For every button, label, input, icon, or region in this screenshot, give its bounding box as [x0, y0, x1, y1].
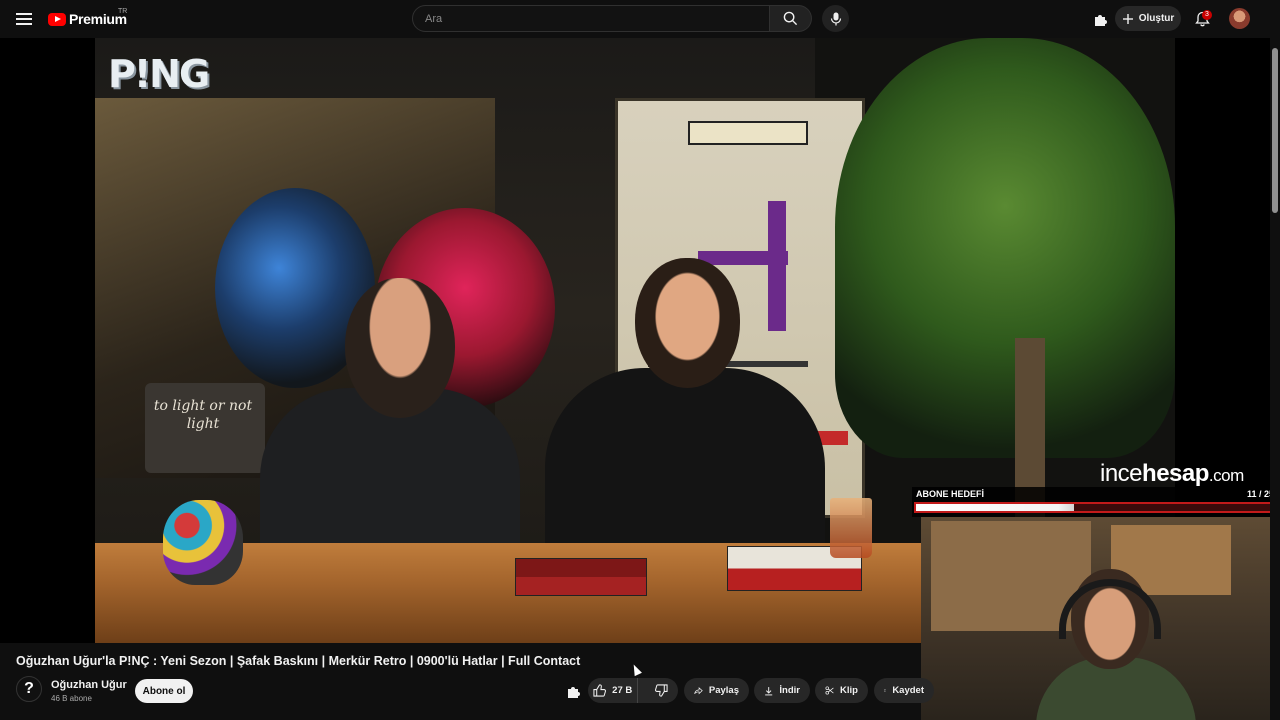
scrollbar-thumb[interactable] [1272, 48, 1278, 213]
sponsor-brand-prefix: ince [1100, 460, 1143, 487]
clip-button[interactable]: Klip [815, 678, 868, 703]
goal-progress-fill [916, 504, 1075, 511]
youtube-premium-logo[interactable]: Premium [48, 11, 127, 27]
scissors-icon [825, 686, 834, 695]
search-button[interactable] [770, 5, 812, 32]
download-label: İndir [779, 685, 800, 696]
extension-icon[interactable] [1091, 9, 1111, 29]
scene-skull [163, 500, 243, 585]
download-button[interactable]: İndir [754, 678, 810, 703]
bookmark-icon [884, 689, 887, 692]
sponsor-brand-tld: .com [1208, 466, 1244, 485]
thumbs-up-icon [593, 684, 607, 697]
save-label: Kaydet [892, 685, 924, 696]
puzzle-icon [1095, 15, 1107, 26]
region-code: TR [118, 8, 128, 15]
goal-label: ABONE HEDEFİ [916, 489, 985, 499]
search-icon [783, 11, 798, 26]
notification-badge: 3 [1202, 10, 1212, 20]
sponsor-brand-bold: hesap [1142, 460, 1209, 487]
puzzle-icon [568, 687, 580, 698]
host-right-head [635, 258, 740, 388]
like-count: 27 B [612, 685, 633, 696]
download-icon [765, 686, 773, 695]
host-left-head [345, 278, 455, 418]
subscribe-button[interactable]: Abone ol [135, 679, 193, 703]
extension-action-icon[interactable] [564, 681, 584, 701]
scene-sign-text: to light or not light [153, 398, 253, 432]
channel-name[interactable]: Oğuzhan Uğur [51, 679, 127, 691]
share-button[interactable]: Paylaş [684, 678, 749, 703]
streamer-webcam [921, 517, 1280, 720]
youtube-logo-icon [48, 12, 66, 26]
thumbs-down-icon [654, 684, 668, 697]
channel-avatar[interactable]: ? [16, 676, 42, 702]
top-bar: Premium TR Oluştur [0, 0, 1280, 38]
share-icon [694, 686, 703, 694]
dislike-button[interactable] [644, 678, 678, 703]
video-title: Oğuzhan Uğur'la P!NÇ : Yeni Sezon | Şafa… [16, 654, 581, 668]
microphone-icon [830, 12, 841, 25]
clip-label: Klip [840, 685, 858, 696]
show-logo: P!NG [108, 52, 210, 96]
share-label: Paylaş [708, 685, 739, 696]
menu-icon[interactable] [14, 9, 34, 29]
create-label: Oluştur [1138, 13, 1175, 24]
subscriber-count: 46 B abone [51, 694, 92, 703]
like-button[interactable]: 27 B [588, 678, 639, 703]
sponsor-brand: incehesap.com [1100, 460, 1244, 488]
plus-icon [1122, 13, 1133, 24]
scene-glass [830, 498, 872, 558]
account-avatar[interactable] [1229, 8, 1250, 29]
subscriber-goal-widget: ABONE HEDEFİ 11 / 25 [912, 487, 1280, 517]
page-scrollbar[interactable] [1270, 38, 1280, 720]
like-dislike-group: 27 B [588, 678, 678, 703]
search-bar [412, 5, 812, 32]
scene-plant [835, 38, 1175, 458]
scene-books-left [515, 558, 647, 596]
save-button[interactable]: Kaydet [874, 678, 934, 703]
voice-search-button[interactable] [822, 5, 849, 32]
create-button[interactable]: Oluştur [1115, 6, 1181, 31]
goal-progress-bar [914, 502, 1278, 513]
search-input[interactable] [412, 5, 770, 32]
